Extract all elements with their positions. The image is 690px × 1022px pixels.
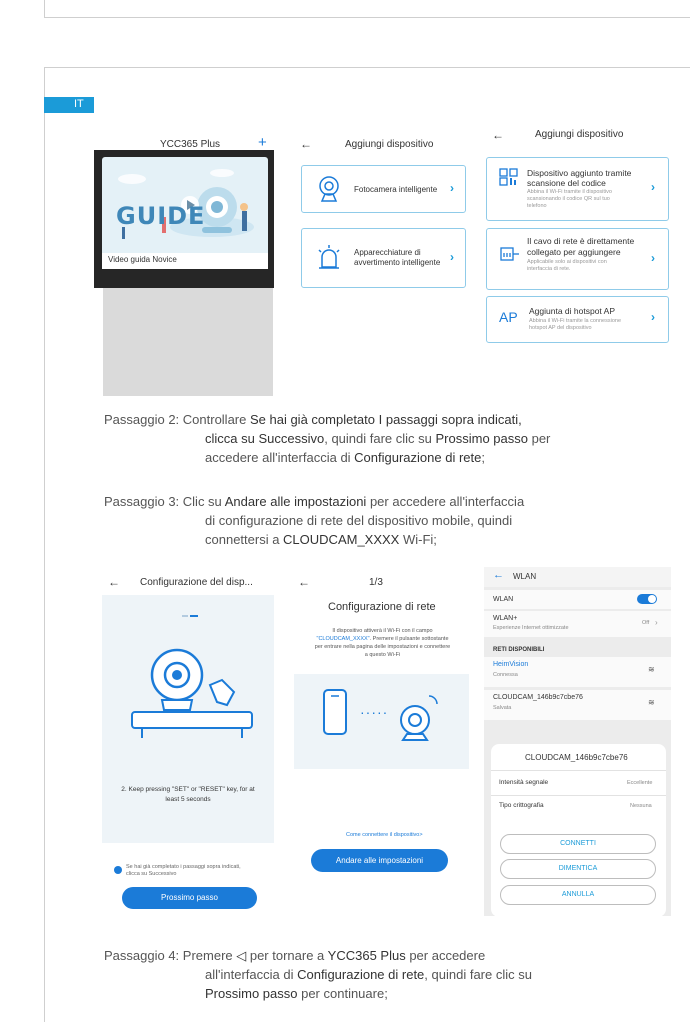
progress-dot-active bbox=[190, 615, 198, 617]
phone-camera-illustration-panel: ····· bbox=[294, 674, 469, 769]
language-tag-bar bbox=[44, 97, 94, 113]
option-title-line1: Dispositivo aggiunto tramite bbox=[527, 168, 632, 178]
option-smart-camera[interactable]: Fotocamera intelligente › bbox=[301, 165, 466, 213]
crypto-value: Nessuna bbox=[630, 803, 652, 809]
available-networks-header: RETI DISPONIBILI bbox=[493, 647, 545, 653]
back-arrow-icon[interactable]: ← bbox=[300, 137, 312, 151]
wlan-toggle[interactable] bbox=[637, 594, 657, 604]
option-desc-line2: hotspot AP del dispositivo bbox=[529, 325, 592, 331]
go-to-settings-button[interactable]: Andare alle impostazioni bbox=[311, 849, 448, 872]
guide-caption: Video guida Novice bbox=[108, 255, 177, 264]
step-4-text: Passaggio 4: Premere ◁ per tornare a YCC… bbox=[104, 948, 532, 1001]
next-step-button[interactable]: Prossimo passo bbox=[122, 887, 257, 909]
dialog-title: CLOUDCAM_146b9c7cbe76 bbox=[525, 753, 628, 762]
network-status: Connessa bbox=[493, 672, 518, 678]
crypto-label: Tipo crittografia bbox=[499, 802, 544, 809]
wifi-signal-icon: ≋ bbox=[648, 665, 655, 674]
ethernet-icon bbox=[500, 247, 519, 261]
signal-value: Eccellente bbox=[627, 780, 653, 786]
checkbox-checked-icon[interactable] bbox=[114, 866, 122, 874]
cancel-button[interactable]: ANNULLA bbox=[500, 885, 656, 905]
option-desc-line2: scansionando il codice QR sul tuo bbox=[527, 196, 610, 202]
wlanplus-state: Off bbox=[642, 620, 650, 626]
gray-placeholder bbox=[103, 288, 273, 396]
page-indicator: 1/3 bbox=[369, 577, 383, 588]
option-ap-hotspot[interactable]: AP Aggiunta di hotspot AP Abbina il Wi-F… bbox=[486, 296, 669, 343]
signal-label: Intensità segnale bbox=[499, 779, 549, 786]
divider bbox=[491, 795, 666, 796]
alarm-icon bbox=[318, 245, 340, 269]
instruction-text: 2. Keep pressing "SET" or "RESET" key, f… bbox=[121, 786, 255, 803]
chevron-right-icon: › bbox=[651, 251, 655, 265]
option-label: Fotocamera intelligente bbox=[354, 185, 438, 194]
help-link[interactable]: Come connettere il dispositivo> bbox=[346, 832, 423, 838]
screen3-title: Aggiungi dispositivo bbox=[535, 129, 624, 140]
plus-icon[interactable]: + bbox=[258, 135, 267, 150]
instruction-panel: 2. Keep pressing "SET" or "RESET" key, f… bbox=[102, 595, 274, 843]
wlan-label: WLAN bbox=[493, 596, 514, 603]
divider bbox=[491, 770, 666, 771]
option-label-line1: Apparecchiature di bbox=[354, 248, 421, 257]
option-desc-line1: Abbina il Wi-Fi tramite il dispositivo bbox=[527, 189, 612, 195]
top-frame bbox=[44, 0, 690, 18]
option-smart-alarm[interactable]: Apparecchiature di avvertimento intellig… bbox=[301, 228, 466, 288]
back-arrow-icon[interactable]: ← bbox=[298, 575, 310, 589]
option-desc-line1: Applicabile solo ai dispositivi con bbox=[527, 259, 607, 265]
back-arrow-icon[interactable]: ← bbox=[492, 128, 504, 142]
screen5-description: Il dispositivo attiverà il Wi-Fi con il … bbox=[314, 628, 451, 658]
screen5-title: Configurazione di rete bbox=[328, 601, 436, 613]
toggle-knob bbox=[648, 595, 656, 603]
option-desc-line2: interfaccia di rete. bbox=[527, 266, 571, 272]
wifi-signal-icon: ≋ bbox=[648, 698, 655, 707]
option-title-line1: Il cavo di rete è direttamente bbox=[527, 236, 635, 246]
ap-icon: AP bbox=[499, 309, 518, 325]
back-arrow-icon[interactable]: ← bbox=[108, 575, 120, 589]
connect-button[interactable]: CONNETTI bbox=[500, 834, 656, 854]
screen2-title: Aggiungi dispositivo bbox=[345, 139, 434, 150]
wlanplus-sub: Esperienze Internet ottimizzate bbox=[493, 625, 569, 631]
back-triangle-icon: ◁ bbox=[236, 948, 247, 963]
option-qr-scan[interactable]: Dispositivo aggiunto tramite scansione d… bbox=[486, 157, 669, 221]
network-name: CLOUDCAM_146b9c7cbe76 bbox=[493, 694, 583, 701]
camera-reset-illustration bbox=[131, 648, 253, 738]
guide-word: GUIDE bbox=[116, 202, 206, 230]
chevron-right-icon: › bbox=[655, 618, 658, 627]
wlanplus-label: WLAN+ bbox=[493, 615, 518, 622]
option-desc-line3: telefono bbox=[527, 203, 547, 209]
step-2-text: Passaggio 2: Controllare Se hai già comp… bbox=[104, 412, 551, 465]
step-3-text: Passaggio 3: Clic su Andare alle imposta… bbox=[104, 494, 525, 547]
language-tag: IT bbox=[74, 98, 84, 110]
option-label-line2: avvertimento intelligente bbox=[354, 258, 441, 267]
wlan-header-title: WLAN bbox=[513, 572, 537, 581]
network-name: HeimVision bbox=[493, 661, 529, 668]
option-ethernet[interactable]: Il cavo di rete è direttamente collegato… bbox=[486, 228, 669, 290]
chevron-right-icon: › bbox=[651, 180, 655, 194]
checkbox-label: Se hai già completato i passaggi sopra i… bbox=[126, 864, 241, 877]
chevron-right-icon: › bbox=[450, 181, 454, 195]
phone-camera-illustration bbox=[323, 689, 438, 741]
app-title: YCC365 Plus bbox=[160, 139, 221, 150]
chevron-right-icon: › bbox=[450, 250, 454, 264]
camera-icon bbox=[319, 176, 339, 202]
option-title-line2: scansione del codice bbox=[527, 178, 606, 188]
back-arrow-icon[interactable]: ← bbox=[493, 569, 504, 581]
screen4-title: Configurazione del disp... bbox=[140, 577, 253, 588]
option-title-line1: Aggiunta di hotspot AP bbox=[529, 306, 616, 316]
connecting-dots: ····· bbox=[360, 704, 389, 720]
network-status: Salvata bbox=[493, 705, 512, 711]
progress-dot bbox=[182, 615, 188, 617]
forget-button[interactable]: DIMENTICA bbox=[500, 859, 656, 879]
option-desc-line1: Abbina il Wi-Fi tramite la connessione bbox=[529, 318, 622, 324]
option-title-line2: collegato per aggiungere bbox=[527, 247, 621, 257]
qr-code-icon bbox=[499, 168, 518, 186]
chevron-right-icon: › bbox=[651, 310, 655, 324]
